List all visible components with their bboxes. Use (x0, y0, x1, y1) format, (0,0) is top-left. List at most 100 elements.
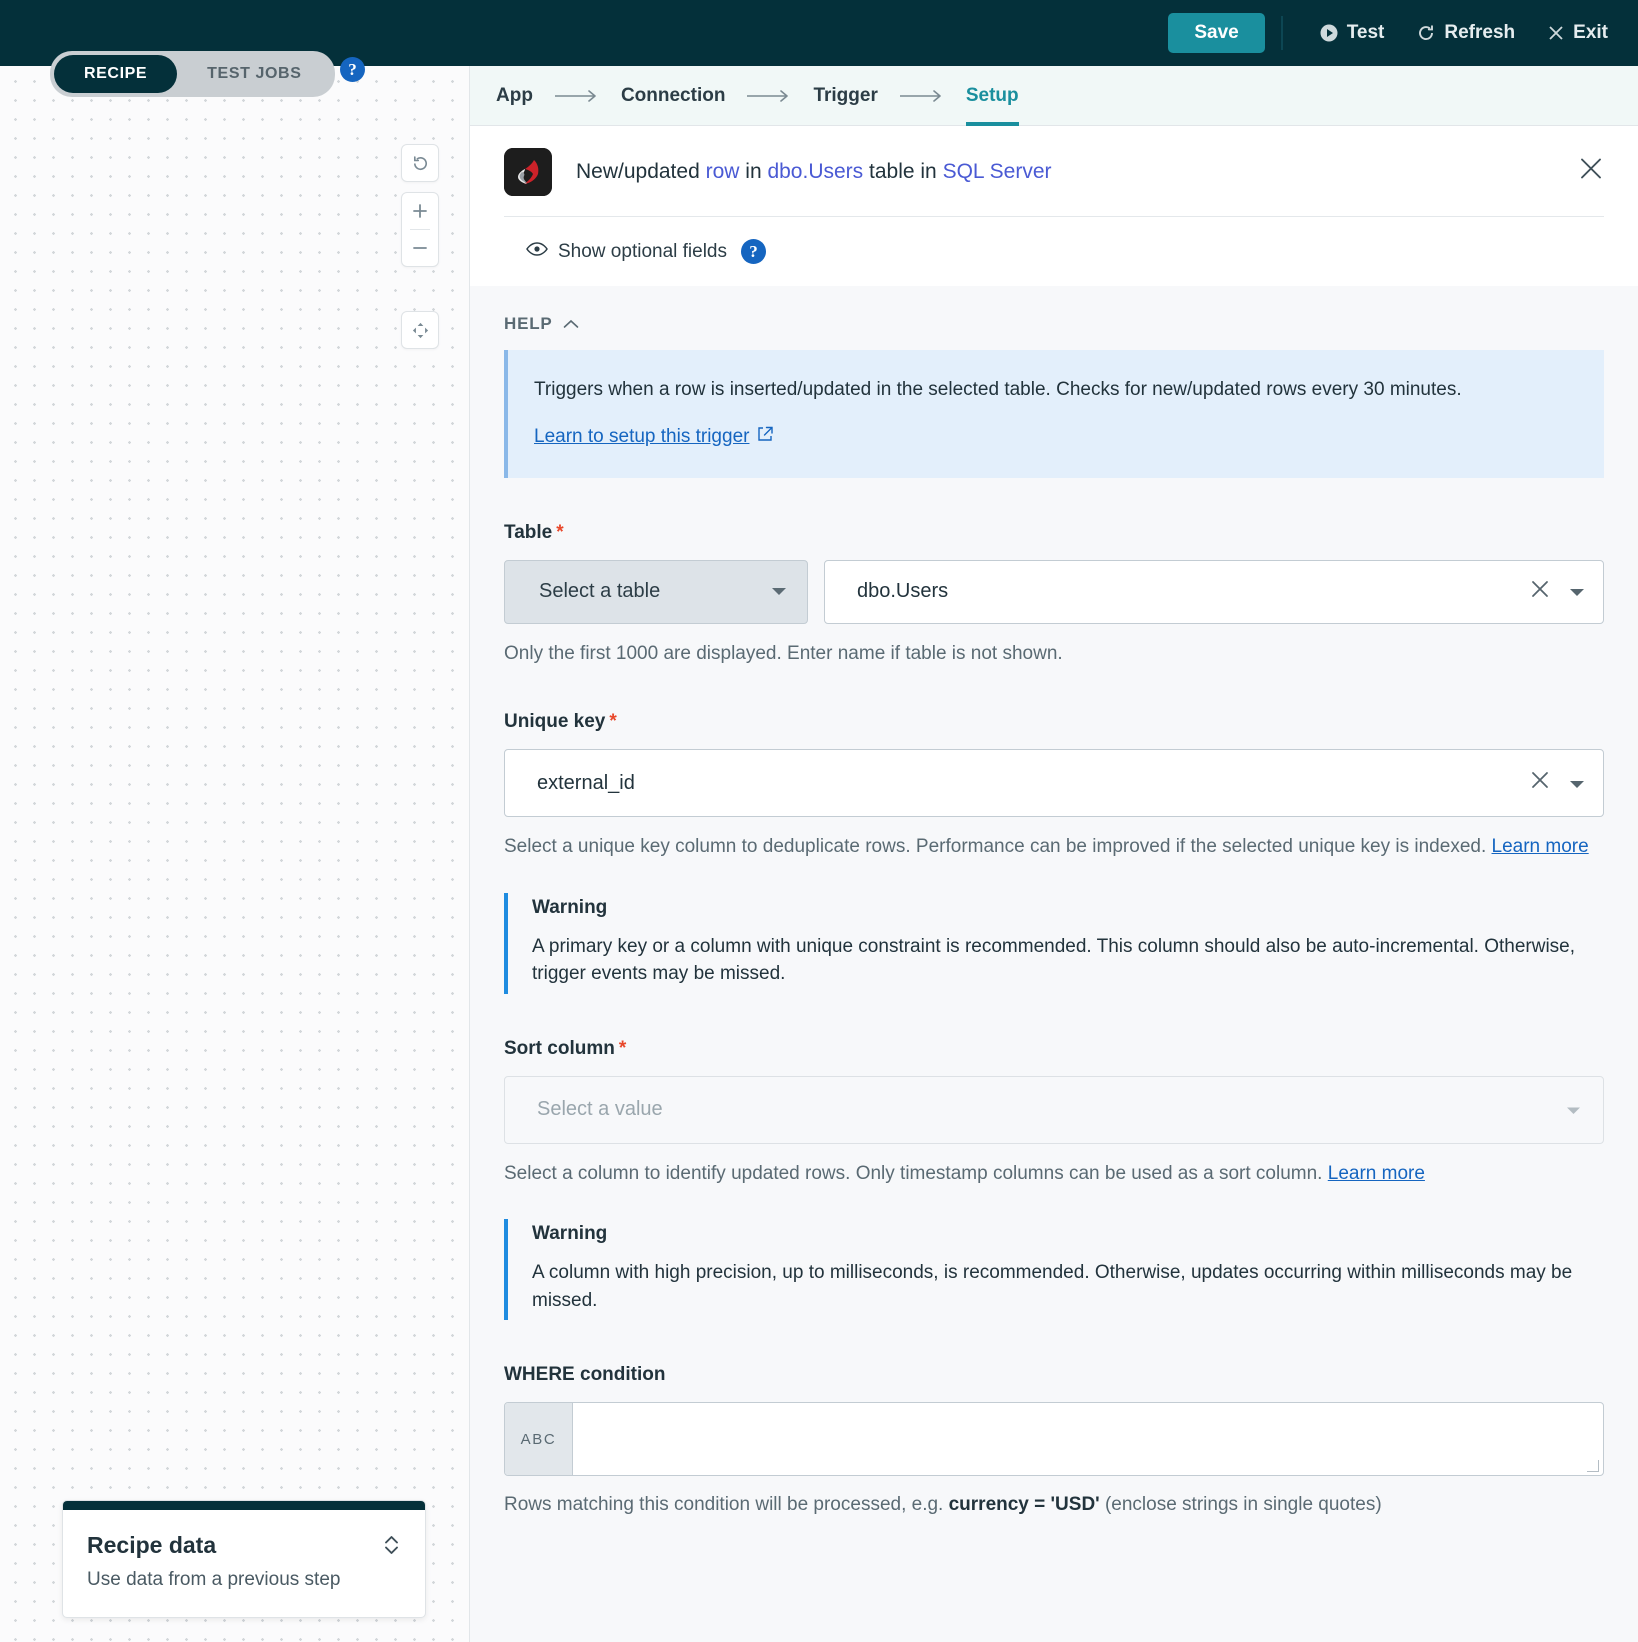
help-section-toggle[interactable]: HELP (504, 286, 1604, 350)
setup-panel: App Connection Trigger Setup (470, 66, 1638, 1642)
arrow-right-icon (900, 89, 944, 103)
close-icon[interactable] (1578, 156, 1604, 187)
optional-fields-help-icon[interactable]: ? (741, 239, 766, 264)
refresh-label: Refresh (1444, 22, 1515, 44)
unique-key-learn-more-link[interactable]: Learn more (1492, 836, 1589, 857)
field-table-label-text: Table (504, 522, 552, 543)
setup-form: HELP Triggers when a row is inserted/upd… (470, 286, 1638, 1516)
field-sort-column-label: Sort column* (504, 1038, 1604, 1060)
trigger-title-app[interactable]: SQL Server (943, 160, 1052, 183)
unique-key-warning: Warning A primary key or a column with u… (504, 893, 1604, 994)
trigger-title-mid: in (739, 160, 767, 183)
resize-handle-icon[interactable] (1587, 1460, 1599, 1472)
sort-column-learn-more-link[interactable]: Learn more (1328, 1163, 1425, 1184)
canvas-fit-group (401, 311, 439, 349)
exit-label: Exit (1573, 22, 1608, 44)
play-circle-icon (1319, 23, 1339, 43)
table-mode-select[interactable]: Select a table (504, 560, 808, 624)
show-optional-fields-label: Show optional fields (558, 241, 727, 263)
field-where-condition-hint: Rows matching this condition will be pro… (504, 1494, 1604, 1516)
optional-fields-row: Show optional fields ? (504, 217, 1604, 286)
sql-server-icon (504, 148, 552, 196)
eye-icon (526, 241, 548, 263)
warning-title: Warning (532, 897, 1604, 919)
toolbar-divider (1281, 16, 1283, 50)
show-optional-fields-toggle[interactable]: Show optional fields (526, 241, 727, 263)
field-sort-column-label-text: Sort column (504, 1038, 615, 1059)
field-table-label: Table* (504, 522, 1604, 544)
field-where-condition-label: WHERE condition (504, 1364, 1604, 1386)
save-button[interactable]: Save (1168, 13, 1264, 54)
chevron-down-icon[interactable] (1569, 580, 1585, 603)
field-unique-key: Unique key* external_id Select a unique … (504, 711, 1604, 994)
help-section-label: HELP (504, 314, 553, 334)
tab-test-jobs[interactable]: TEST JOBS (177, 55, 331, 93)
refresh-button[interactable]: Refresh (1404, 16, 1527, 50)
help-learn-label: Learn to setup this trigger (534, 426, 749, 448)
field-table: Table* Select a table dbo.Users (504, 522, 1604, 668)
warning-text: A column with high precision, up to mill… (532, 1259, 1604, 1314)
chevron-down-icon[interactable] (1569, 772, 1585, 795)
clear-icon[interactable] (1529, 578, 1551, 606)
step-trigger[interactable]: Trigger (813, 66, 877, 126)
recipe-canvas[interactable]: Recipe data Use data from a previous ste… (0, 66, 470, 1642)
trigger-title-table[interactable]: dbo.Users (767, 160, 863, 183)
trigger-title-row[interactable]: row (706, 160, 740, 183)
field-unique-key-hint-text: Select a unique key column to deduplicat… (504, 836, 1492, 857)
chevron-down-icon[interactable] (1566, 1098, 1581, 1121)
sort-column-input[interactable]: Select a value (504, 1076, 1604, 1144)
zoom-in-icon[interactable] (402, 193, 438, 229)
trigger-title-mid2: table in (863, 160, 942, 183)
trigger-summary-row: New/updated row in dbo.Users table in SQ… (504, 126, 1604, 216)
clear-icon[interactable] (1529, 769, 1551, 797)
where-condition-input[interactable] (573, 1403, 1603, 1475)
step-breadcrumb: App Connection Trigger Setup (470, 66, 1638, 126)
unique-key-value: external_id (537, 772, 1529, 795)
help-callout: Triggers when a row is inserted/updated … (504, 350, 1604, 478)
recipe-data-title: Recipe data (87, 1532, 401, 1559)
external-link-icon (757, 426, 773, 448)
recipe-data-panel[interactable]: Recipe data Use data from a previous ste… (62, 1500, 426, 1618)
where-hint-suffix: (enclose strings in single quotes) (1100, 1494, 1382, 1515)
tab-recipe[interactable]: RECIPE (54, 55, 177, 93)
help-learn-link[interactable]: Learn to setup this trigger (534, 426, 773, 448)
field-unique-key-label: Unique key* (504, 711, 1604, 733)
required-asterisk: * (619, 1038, 626, 1059)
undo-icon[interactable] (402, 145, 438, 181)
where-hint-prefix: Rows matching this condition will be pro… (504, 1494, 949, 1515)
step-setup[interactable]: Setup (966, 66, 1019, 126)
datatype-toggle[interactable]: ABC (505, 1403, 573, 1475)
field-table-row: Select a table dbo.Users (504, 560, 1604, 624)
recipe-data-subtitle: Use data from a previous step (87, 1569, 401, 1591)
recipe-data-body: Recipe data Use data from a previous ste… (63, 1510, 425, 1617)
table-mode-value: Select a table (539, 580, 660, 603)
field-sort-column-hint: Select a column to identify updated rows… (504, 1160, 1604, 1188)
table-name-input[interactable]: dbo.Users (824, 560, 1604, 624)
field-table-hint: Only the first 1000 are displayed. Enter… (504, 640, 1604, 668)
unique-key-input[interactable]: external_id (504, 749, 1604, 817)
zoom-out-icon[interactable] (402, 230, 438, 266)
trigger-title-prefix: New/updated (576, 160, 706, 183)
required-asterisk: * (556, 522, 563, 543)
field-unique-key-hint: Select a unique key column to deduplicat… (504, 833, 1604, 861)
arrow-right-icon (747, 89, 791, 103)
sort-column-placeholder: Select a value (537, 1098, 663, 1121)
warning-text: A primary key or a column with unique co… (532, 933, 1604, 988)
chevron-up-icon (563, 314, 579, 334)
warning-title: Warning (532, 1223, 1604, 1245)
field-where-condition: WHERE condition ABC Rows matching this c… (504, 1364, 1604, 1516)
required-asterisk: * (609, 711, 616, 732)
exit-button[interactable]: Exit (1535, 16, 1620, 50)
expand-collapse-icon[interactable] (382, 1532, 401, 1563)
canvas-view-toggle: RECIPE TEST JOBS (50, 51, 335, 97)
canvas-zoom-group (401, 192, 439, 267)
step-app[interactable]: App (496, 66, 533, 126)
field-unique-key-label-text: Unique key (504, 711, 605, 732)
table-name-value: dbo.Users (857, 580, 1529, 603)
trigger-header: New/updated row in dbo.Users table in SQ… (470, 126, 1638, 286)
recipe-data-accent-bar (63, 1501, 425, 1510)
step-connection[interactable]: Connection (621, 66, 726, 126)
canvas-help-icon[interactable]: ? (340, 57, 365, 82)
test-button[interactable]: Test (1307, 16, 1397, 50)
fit-to-screen-icon[interactable] (402, 312, 438, 348)
